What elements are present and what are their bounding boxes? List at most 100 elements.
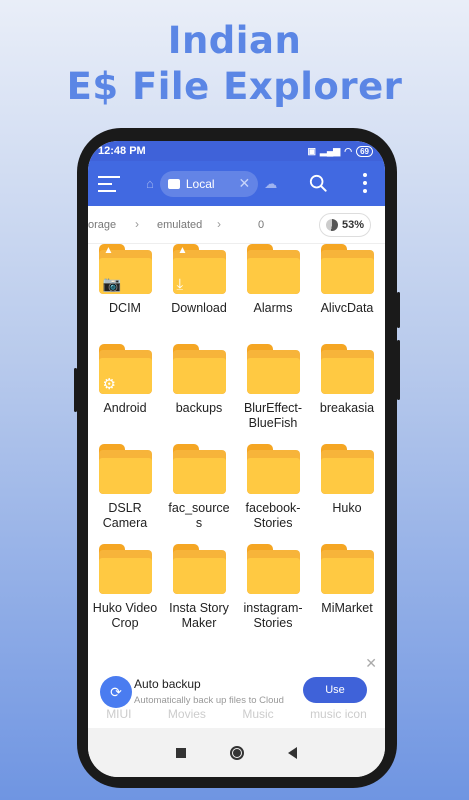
folder-label: Alarms xyxy=(253,301,293,315)
wifi-icon: ◠ xyxy=(344,145,353,156)
folder-item[interactable]: ▲ ⤓ Download xyxy=(162,244,236,316)
folder-icon xyxy=(172,544,226,594)
folder-item[interactable]: BlurEffect- BlueFish xyxy=(236,344,310,431)
folder-item[interactable]: Huko xyxy=(310,444,384,516)
use-button[interactable]: Use xyxy=(303,677,367,703)
tab-local[interactable]: Local ✕ xyxy=(159,170,259,197)
folder-item[interactable]: Huko Video Crop xyxy=(88,544,162,631)
pie-chart-icon xyxy=(325,219,338,231)
promo-line-1: Indian xyxy=(167,19,302,62)
ghost-labels: MIUI Movies Music music icon xyxy=(88,707,385,721)
folder-icon xyxy=(98,444,152,494)
folder-icon xyxy=(246,244,300,294)
gear-icon: ⚙ xyxy=(102,376,116,393)
chevron-right-icon: › xyxy=(135,217,139,231)
folder-icon xyxy=(320,344,374,394)
chevron-right-icon: › xyxy=(217,217,221,231)
folder-icon xyxy=(246,344,300,394)
volume-button xyxy=(397,292,400,328)
folder-label: Huko Video Crop xyxy=(92,601,158,630)
cloud-icon[interactable]: ☁ xyxy=(264,176,277,192)
close-icon[interactable]: ✕ xyxy=(365,655,377,672)
folder-label: Android xyxy=(103,401,147,415)
close-tab-icon[interactable]: ✕ xyxy=(239,175,251,192)
folder-label: breakasia xyxy=(319,401,375,415)
breadcrumb-item[interactable]: emulated xyxy=(157,219,202,231)
ghost-label: MIUI xyxy=(106,707,132,721)
banner-subtitle: Automatically back up files to Cloud xyxy=(134,695,284,706)
power-button xyxy=(397,340,400,400)
folder-icon xyxy=(172,344,226,394)
promo-headline: Indian E$ File Explorer xyxy=(0,18,469,110)
folder-item[interactable]: DSLR Camera xyxy=(88,444,162,531)
folder-label: Huko xyxy=(332,501,362,515)
local-storage-icon xyxy=(167,178,180,189)
back-icon[interactable] xyxy=(288,746,297,759)
arrow-up-icon: ▲ xyxy=(177,245,188,256)
auto-backup-banner: MIUI Movies Music music icon ⟳ Auto back… xyxy=(88,650,385,728)
status-bar: 12:48 PM ▣ ▂▄▆ ◠ 69 xyxy=(88,141,385,161)
folder-label: fac_source s xyxy=(168,501,230,530)
system-nav-bar xyxy=(88,728,385,777)
search-icon[interactable] xyxy=(309,174,327,192)
ghost-label: Movies xyxy=(167,707,206,721)
home-icon[interactable]: ⌂ xyxy=(146,176,154,191)
folder-icon: ▲ ⤓ xyxy=(172,244,226,294)
home-button-icon[interactable] xyxy=(230,745,244,760)
folder-item[interactable]: AlivcData xyxy=(310,244,384,316)
download-icon: ⤓ xyxy=(176,276,184,293)
recents-icon[interactable] xyxy=(176,747,186,758)
storage-percent: 53% xyxy=(341,219,365,231)
folder-label: DSLR Camera xyxy=(102,501,148,530)
folder-icon: ⚙ xyxy=(98,344,152,394)
folder-icon xyxy=(246,544,300,594)
cloud-backup-icon: ⟳ xyxy=(100,676,132,708)
folder-item[interactable]: Insta Story Maker xyxy=(162,544,236,631)
folder-item[interactable]: MiMarket xyxy=(310,544,384,616)
folder-label: facebook- Stories xyxy=(245,501,301,530)
folder-icon xyxy=(246,444,300,494)
sim-icon: ▣ xyxy=(307,145,316,156)
folder-icon xyxy=(172,444,226,494)
folder-label: MiMarket xyxy=(321,601,373,615)
side-button xyxy=(74,368,77,412)
arrow-up-icon: ▲ xyxy=(103,245,114,256)
folder-item[interactable]: instagram- Stories xyxy=(236,544,310,631)
promo-line-2: E$ File Explorer xyxy=(66,65,403,108)
folder-item[interactable]: facebook- Stories xyxy=(236,444,310,531)
tab-local-label: Local xyxy=(185,176,215,191)
menu-icon[interactable] xyxy=(98,175,120,192)
folder-item[interactable]: ⚙ Android xyxy=(88,344,162,416)
folder-item[interactable]: ▲ 📷 DCIM xyxy=(88,244,162,316)
breadcrumb: orage › emulated › 0 53% xyxy=(88,206,385,244)
battery-indicator: 69 xyxy=(356,145,373,157)
folder-item[interactable]: fac_source s xyxy=(162,444,236,531)
folder-item[interactable]: backups xyxy=(162,344,236,416)
folder-label: DCIM xyxy=(109,301,141,315)
banner-title: Auto backup xyxy=(134,677,201,691)
folder-icon: ▲ 📷 xyxy=(98,244,152,294)
folder-label: instagram- Stories xyxy=(243,601,303,630)
folder-icon xyxy=(320,244,374,294)
status-icons: ▣ ▂▄▆ ◠ 69 xyxy=(307,145,373,157)
folder-label: Insta Story Maker xyxy=(169,601,229,630)
folder-icon xyxy=(98,544,152,594)
folder-label: AlivcData xyxy=(320,301,374,315)
camera-icon: 📷 xyxy=(102,276,122,293)
more-options-icon[interactable] xyxy=(363,173,367,193)
folder-icon xyxy=(320,444,374,494)
ghost-label: music icon xyxy=(310,707,367,721)
storage-usage-badge[interactable]: 53% xyxy=(319,213,371,237)
signal-icon: ▂▄▆ xyxy=(320,145,341,156)
folder-item[interactable]: breakasia xyxy=(310,344,384,416)
folder-icon xyxy=(320,544,374,594)
status-time: 12:48 PM xyxy=(98,145,146,157)
folder-item[interactable]: Alarms xyxy=(236,244,310,316)
folder-label: backups xyxy=(175,401,223,415)
phone-screen: 12:48 PM ▣ ▂▄▆ ◠ 69 ⌂ Local ✕ ☁ orage › … xyxy=(88,141,385,777)
ghost-label: Music xyxy=(242,707,274,721)
app-toolbar: ⌂ Local ✕ ☁ xyxy=(88,161,385,206)
breadcrumb-item[interactable]: orage xyxy=(88,219,116,231)
breadcrumb-item[interactable]: 0 xyxy=(258,219,264,231)
folder-label: BlurEffect- BlueFish xyxy=(243,401,303,430)
